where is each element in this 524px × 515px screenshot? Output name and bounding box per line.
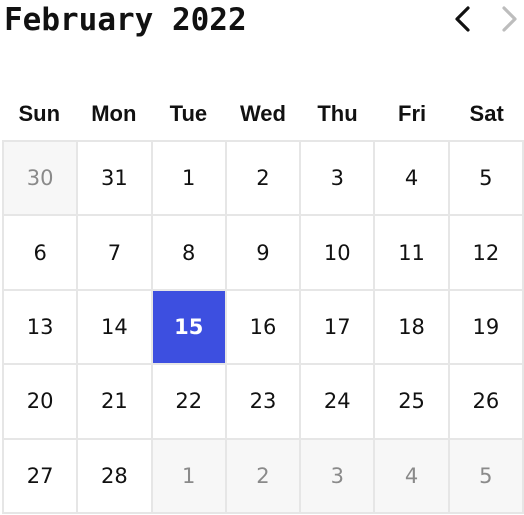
- day-cell[interactable]: 25: [375, 365, 450, 440]
- day-cell[interactable]: 7: [78, 216, 153, 291]
- day-cell[interactable]: 21: [78, 365, 153, 440]
- outside-month-day-cell[interactable]: 1: [152, 439, 227, 514]
- day-cell[interactable]: 13: [4, 290, 79, 366]
- weekday-header-row: Sun Mon Tue Wed Thu Fri Sat: [2, 96, 524, 132]
- outside-month-day-cell[interactable]: 3: [301, 439, 376, 514]
- day-cell[interactable]: 6: [4, 216, 79, 291]
- previous-month-button[interactable]: [448, 3, 478, 35]
- day-cell[interactable]: 17: [301, 290, 376, 366]
- outside-month-day-cell[interactable]: 4: [375, 439, 450, 514]
- weekday-wed: Wed: [239, 101, 286, 126]
- next-month-button[interactable]: [494, 3, 524, 35]
- day-cell[interactable]: 23: [226, 365, 302, 440]
- day-cell[interactable]: 31: [78, 142, 153, 217]
- day-cell[interactable]: 24: [301, 365, 376, 440]
- day-cell[interactable]: 8: [152, 216, 227, 291]
- day-cell[interactable]: 2: [226, 142, 302, 217]
- weekday-fri: Fri: [398, 101, 427, 126]
- outside-month-day-cell[interactable]: 30: [4, 142, 79, 217]
- day-cell[interactable]: 10: [301, 216, 376, 291]
- day-cell[interactable]: 26: [449, 365, 524, 440]
- calendar-header: February 2022: [0, 0, 524, 44]
- outside-month-day-cell[interactable]: 5: [449, 439, 524, 514]
- weekday-sat: Sat: [469, 101, 504, 126]
- selected-day-cell[interactable]: 15: [152, 290, 227, 366]
- day-cell[interactable]: 11: [375, 216, 450, 291]
- day-cell[interactable]: 4: [375, 142, 450, 217]
- chevron-right-icon: [502, 6, 517, 32]
- calendar-grid: 30 31 1 2 3 4 5 6 7 8 9 10 11 12 13 14 15 16 17 18 19 20 21 22 2…: [2, 140, 524, 514]
- weekday-mon: Mon: [91, 101, 137, 126]
- outside-month-day-cell[interactable]: 2: [226, 439, 302, 514]
- day-cell[interactable]: 3: [301, 142, 376, 217]
- day-cell[interactable]: 20: [4, 365, 79, 440]
- weekday-tue: Tue: [169, 101, 208, 126]
- day-cell[interactable]: 22: [152, 365, 227, 440]
- day-cell[interactable]: 9: [226, 216, 302, 291]
- day-cell[interactable]: 19: [449, 290, 524, 366]
- day-cell[interactable]: 27: [4, 439, 79, 514]
- month-title: February 2022: [4, 2, 247, 38]
- weekday-sun: Sun: [18, 101, 61, 126]
- day-cell[interactable]: 5: [449, 142, 524, 217]
- day-cell[interactable]: 28: [78, 439, 153, 514]
- day-cell[interactable]: 16: [226, 290, 302, 366]
- day-cell[interactable]: 1: [152, 142, 227, 217]
- chevron-left-icon: [455, 6, 470, 32]
- day-cell[interactable]: 14: [78, 290, 153, 366]
- day-cell[interactable]: 18: [375, 290, 450, 366]
- weekday-thu: Thu: [317, 101, 358, 126]
- day-cell[interactable]: 12: [449, 216, 524, 291]
